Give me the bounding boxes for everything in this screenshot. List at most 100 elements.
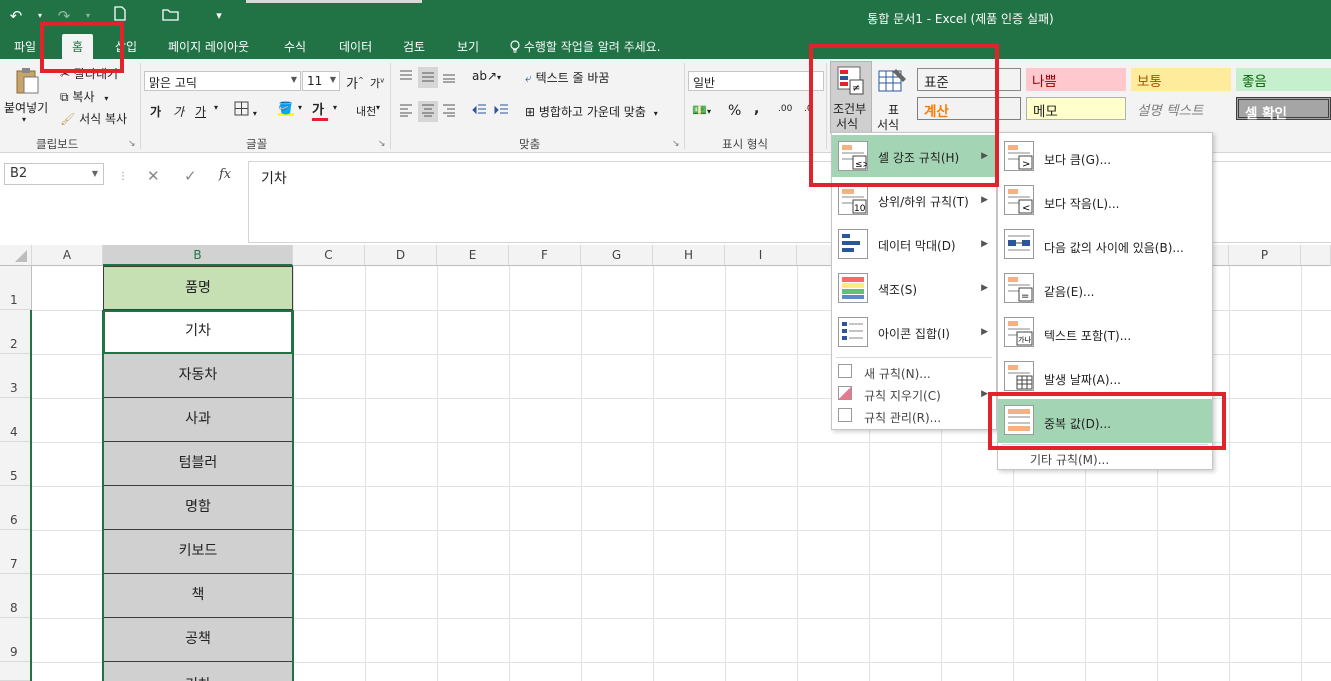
menu-item-color-scales[interactable]: 색조(S) ▶ (832, 267, 996, 311)
menu-item-clear-rules[interactable]: 규칙 지우기(C) ▶ (832, 383, 996, 405)
tab-insert[interactable]: 삽입 (115, 38, 137, 55)
menu-item-date-occurring[interactable]: 발생 날짜(A)... (998, 355, 1212, 399)
style-note[interactable]: 메모 (1026, 97, 1126, 120)
alignment-launcher-icon[interactable]: ↘ (672, 139, 680, 149)
align-bottom-icon[interactable] (441, 69, 457, 86)
cell-b5[interactable]: 텀블러 (103, 442, 293, 486)
column-header-q[interactable] (1301, 245, 1331, 266)
row-header-2[interactable]: 2 (0, 310, 32, 354)
increase-indent-icon[interactable] (494, 103, 510, 120)
cut-button[interactable]: ✂ 잘라내기 (60, 65, 118, 82)
tell-me-box[interactable]: 수행할 작업을 알려 주세요. (510, 38, 661, 55)
row-header-7[interactable]: 7 (0, 530, 32, 574)
style-neutral[interactable]: 보통 (1131, 68, 1231, 91)
cell-b4[interactable]: 사과 (103, 398, 293, 442)
font-size-select[interactable]: 11 ▼ (302, 71, 340, 91)
phonetic-dropdown-icon[interactable]: ▾ (376, 103, 380, 112)
column-header-p[interactable]: P (1229, 245, 1301, 266)
fill-color-button[interactable]: 🪣 (278, 101, 294, 116)
enter-icon[interactable]: ✓ (184, 167, 197, 185)
tab-home[interactable]: 홈 (62, 34, 94, 59)
merge-center-button[interactable]: ⊞ 병합하고 가운데 맞춤 ▾ (525, 103, 658, 120)
column-header-b[interactable]: B (103, 245, 293, 266)
format-painter-button[interactable]: 🖌 서식 복사 (60, 110, 127, 127)
comma-button[interactable]: , (754, 101, 759, 117)
row-header-1[interactable]: 1 (0, 266, 32, 310)
column-header-f[interactable]: F (509, 245, 581, 266)
bold-button[interactable]: 가 (150, 103, 161, 120)
conditional-formatting-button[interactable]: ≠ 조건부 서식 (830, 61, 872, 133)
fill-dropdown-icon[interactable]: ▾ (298, 103, 302, 112)
accounting-format-icon[interactable]: 💵▾ (692, 103, 711, 117)
menu-item-highlight-rules[interactable]: ≤> 셀 강조 규칙(H) ▶ (832, 135, 996, 177)
menu-item-more-rules[interactable]: 기타 규칙(M)... (998, 447, 1212, 469)
cell-b10[interactable]: 기차 (103, 662, 293, 681)
font-launcher-icon[interactable]: ↘ (378, 139, 386, 149)
align-center-icon[interactable] (418, 101, 438, 122)
format-as-table-button[interactable]: 표 서식 (874, 63, 912, 132)
cell-b6[interactable]: 명함 (103, 486, 293, 530)
paste-icon[interactable] (14, 67, 40, 98)
column-header-a[interactable]: A (32, 245, 103, 266)
row-header-9[interactable]: 9 (0, 618, 32, 662)
cell-b9[interactable]: 공책 (103, 618, 293, 662)
style-explanatory[interactable]: 설명 텍스트 (1131, 97, 1231, 120)
phonetic-button[interactable]: 내천 (356, 103, 376, 119)
menu-item-text-contains[interactable]: 가나 텍스트 포함(T)... (998, 311, 1212, 355)
tab-data[interactable]: 데이터 (339, 38, 372, 55)
select-all-corner[interactable] (0, 245, 32, 266)
decrease-indent-icon[interactable] (472, 103, 488, 120)
column-header-d[interactable]: D (365, 245, 437, 266)
align-left-icon[interactable] (398, 103, 414, 120)
font-name-select[interactable]: 맑은 고딕 ▼ (144, 71, 301, 91)
cell-b2[interactable]: 기차 (103, 310, 293, 354)
wrap-text-button[interactable]: ⤶ 텍스트 줄 바꿈 (525, 69, 609, 86)
tab-page-layout[interactable]: 페이지 레이아웃 (168, 38, 249, 55)
orientation-icon[interactable]: ab↗▾ (472, 69, 501, 83)
menu-item-icon-sets[interactable]: 아이콘 집합(I) ▶ (832, 311, 996, 355)
cell-b1[interactable]: 품명 (103, 266, 293, 310)
name-box[interactable]: B2 ▼ (4, 163, 104, 185)
align-right-icon[interactable] (441, 103, 457, 120)
font-color-dropdown-icon[interactable]: ▾ (333, 103, 337, 112)
paste-button[interactable]: 붙여넣기 (4, 99, 48, 116)
cell-b8[interactable]: 책 (103, 574, 293, 618)
column-header-e[interactable]: E (437, 245, 509, 266)
underline-dropdown-icon[interactable]: ▾ (214, 103, 218, 112)
row-header-4[interactable]: 4 (0, 398, 32, 442)
column-header-i[interactable]: I (725, 245, 797, 266)
row-header-8[interactable]: 8 (0, 574, 32, 618)
insert-function-icon[interactable]: fx (219, 167, 231, 182)
italic-button[interactable]: 가 (173, 103, 184, 120)
tab-formulas[interactable]: 수식 (284, 38, 306, 55)
cell-b7[interactable]: 키보드 (103, 530, 293, 574)
menu-item-manage-rules[interactable]: 규칙 관리(R)... (832, 405, 996, 427)
style-bad[interactable]: 나쁨 (1026, 68, 1126, 91)
menu-item-duplicate-values[interactable]: 중복 값(D)... (998, 399, 1212, 443)
copy-dropdown-icon[interactable]: ▾ (104, 94, 108, 103)
decrease-decimal-icon[interactable]: .0 (804, 104, 813, 114)
paste-dropdown-icon[interactable]: ▾ (22, 115, 26, 124)
column-header-c[interactable]: C (293, 245, 365, 266)
menu-item-greater-than[interactable]: > 보다 큼(G)... (998, 135, 1212, 179)
tab-file[interactable]: 파일 (14, 38, 36, 55)
font-color-button[interactable]: 가 (312, 99, 328, 121)
tab-view[interactable]: 보기 (457, 38, 479, 55)
align-middle-icon[interactable] (418, 67, 438, 88)
column-header-g[interactable]: G (581, 245, 653, 266)
menu-item-less-than[interactable]: < 보다 작음(L)... (998, 179, 1212, 223)
increase-decimal-icon[interactable]: .00 (778, 104, 792, 114)
style-calculation[interactable]: 계산 (917, 97, 1021, 120)
style-normal[interactable]: 표준 (917, 68, 1021, 91)
row-header-6[interactable]: 6 (0, 486, 32, 530)
align-top-icon[interactable] (398, 69, 414, 86)
cell-b3[interactable]: 자동차 (103, 354, 293, 398)
column-header-h[interactable]: H (653, 245, 725, 266)
tab-review[interactable]: 검토 (403, 38, 425, 55)
borders-button[interactable]: ▾ (234, 101, 257, 119)
merge-dropdown-icon[interactable]: ▾ (654, 109, 658, 118)
underline-button[interactable]: 가 (195, 103, 206, 120)
menu-item-top-bottom-rules[interactable]: 10 상위/하위 규칙(T) ▶ (832, 179, 996, 223)
cancel-icon[interactable]: ✕ (147, 167, 160, 185)
clipboard-launcher-icon[interactable]: ↘ (128, 139, 136, 149)
